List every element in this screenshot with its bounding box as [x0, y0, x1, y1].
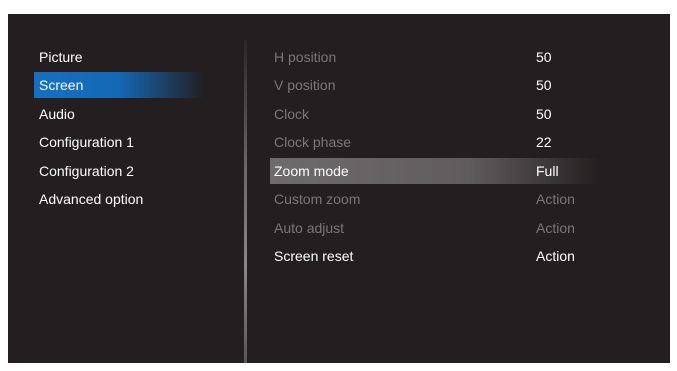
- setting-value: 50: [536, 77, 552, 93]
- setting-label: H position: [274, 49, 337, 65]
- setting-row-custom-zoom[interactable]: Custom zoom Action: [270, 186, 600, 212]
- setting-label: Auto adjust: [274, 220, 345, 236]
- setting-value: Full: [536, 163, 559, 179]
- menu-item-label: Configuration 2: [39, 163, 134, 179]
- setting-row-clock-phase[interactable]: Clock phase 22: [270, 129, 600, 155]
- setting-value: 50: [536, 49, 552, 65]
- setting-label: Custom zoom: [274, 191, 361, 207]
- setting-label: Clock phase: [274, 134, 352, 150]
- setting-value: Action: [536, 248, 575, 264]
- menu-item-label: Picture: [39, 49, 83, 65]
- menu-item-label: Screen: [39, 77, 84, 93]
- setting-row-v-position[interactable]: V position 50: [270, 72, 600, 98]
- osd-screen: Picture Screen Audio Configuration 1 Con…: [8, 14, 670, 363]
- menu-item-advanced-option[interactable]: Advanced option: [34, 186, 204, 212]
- menu-item-screen[interactable]: Screen: [34, 72, 204, 98]
- menu-item-label: Audio: [39, 106, 75, 122]
- setting-row-screen-reset[interactable]: Screen reset Action: [270, 243, 600, 269]
- menu-item-label: Advanced option: [39, 191, 144, 207]
- setting-value: Action: [536, 220, 575, 236]
- setting-label: Screen reset: [274, 248, 354, 264]
- setting-value: 50: [536, 106, 552, 122]
- menu-item-configuration-2[interactable]: Configuration 2: [34, 158, 204, 184]
- menu-item-label: Configuration 1: [39, 134, 134, 150]
- setting-label: V position: [274, 77, 336, 93]
- menu-item-picture[interactable]: Picture: [34, 44, 204, 70]
- menu-divider: [244, 40, 247, 363]
- setting-label: Zoom mode: [274, 163, 349, 179]
- menu-item-audio[interactable]: Audio: [34, 101, 204, 127]
- menu-item-configuration-1[interactable]: Configuration 1: [34, 129, 204, 155]
- setting-row-auto-adjust[interactable]: Auto adjust Action: [270, 215, 600, 241]
- setting-value: 22: [536, 134, 552, 150]
- setting-row-zoom-mode[interactable]: Zoom mode Full: [270, 158, 600, 184]
- setting-row-h-position[interactable]: H position 50: [270, 44, 600, 70]
- setting-row-clock[interactable]: Clock 50: [270, 101, 600, 127]
- setting-label: Clock: [274, 106, 310, 122]
- setting-value: Action: [536, 191, 575, 207]
